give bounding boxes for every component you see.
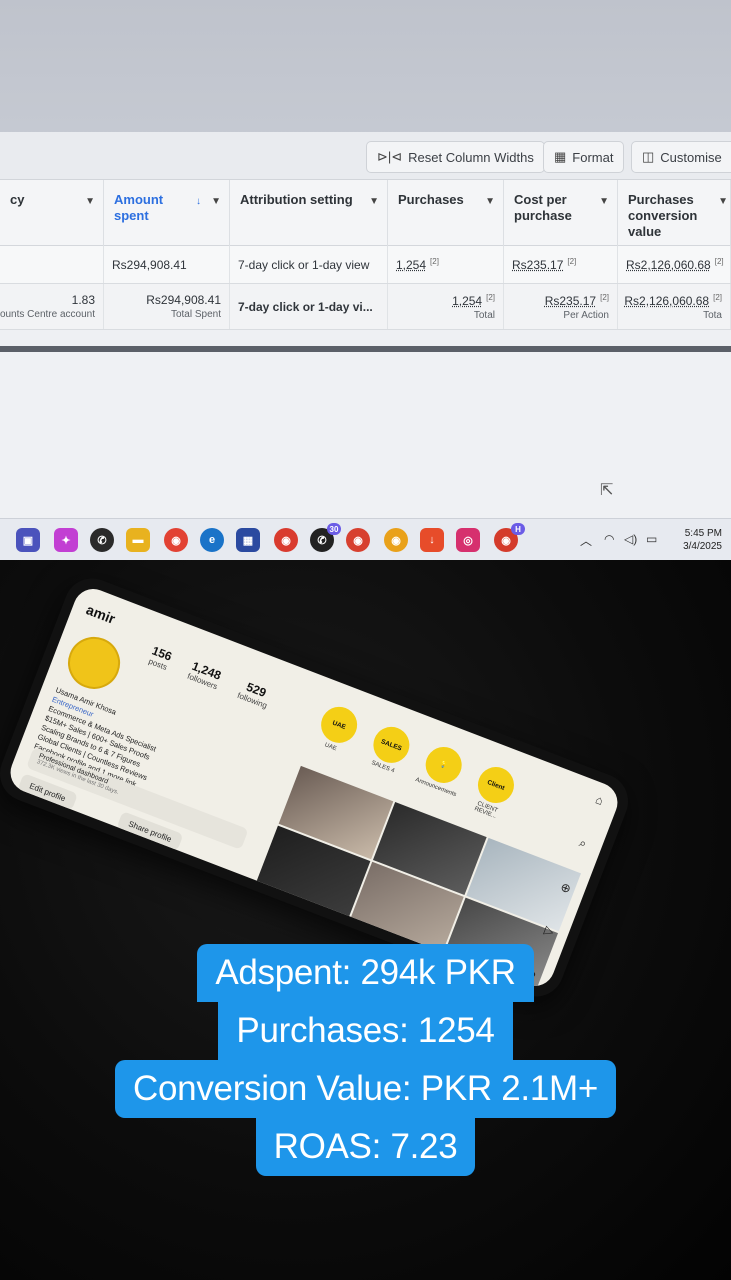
instagram-icon[interactable]: ◎ [456,528,480,552]
dropdown-caret-icon[interactable]: ▼ [599,194,609,210]
table-cell [0,246,104,283]
table-cell: Rs294,908.41 Total Spent [104,284,230,329]
dropdown-caret-icon[interactable]: ▼ [485,194,495,210]
chrome-profile-icon[interactable]: ◉ [346,528,370,552]
column-header-conversion-value[interactable]: Purchases conversion value ▼ [618,180,731,246]
story-caption: Adspent: 294k PKR Purchases: 1254 Conver… [0,944,731,1176]
highlight-item[interactable]: Client CLIENT REVIE... [465,761,522,824]
dropdown-caret-icon[interactable]: ▼ [85,194,95,210]
dropdown-caret-icon[interactable]: ▼ [211,194,221,210]
table-summary-row: 1.83 counts Centre account Rs294,908.41 … [0,284,731,330]
battery-icon[interactable]: ▭ [646,532,657,546]
search-icon[interactable]: ⌕ [577,836,588,852]
dropdown-caret-icon[interactable]: ▼ [718,194,728,210]
table-cell: Rs235.17 [2] [504,246,618,283]
chrome-icon[interactable]: ◉ [164,528,188,552]
stat-following[interactable]: 529 following [236,678,273,711]
profile-stats: 156 posts 1,248 followers 529 following [147,643,274,710]
copilot-icon[interactable]: ✦ [54,528,78,552]
teams-icon[interactable]: ▣ [16,528,40,552]
column-resize-icon: ⊳|⊲ [377,149,403,164]
table-toolbar: ⊳|⊲ Reset Column Widths ▦ Format ◫ Custo… [0,132,731,180]
table-header-row: cy ▼ Amount spent ↓ ▼ Attribution settin… [0,180,731,246]
table-cell: Rs2,126,060.68 [2] Tota [618,284,731,329]
notification-badge: 30 [327,523,341,535]
value-link[interactable]: Rs2,126,060.68 [626,258,711,272]
caption-roas: ROAS: 7.23 [255,1118,476,1176]
column-header-amount-spent[interactable]: Amount spent ↓ ▼ [104,180,230,246]
ads-manager-screen: ⊳|⊲ Reset Column Widths ▦ Format ◫ Custo… [0,132,731,560]
purchases-link[interactable]: 1,254 [396,258,426,272]
download-app-icon[interactable]: ↓ [420,528,444,552]
chrome-profile-icon[interactable]: ◉ [384,528,408,552]
table-cell: 1,254 [2] Total [388,284,504,329]
file-explorer-icon[interactable]: ▬ [126,528,150,552]
taskbar-clock[interactable]: 5:45 PM 3/4/2025 [664,527,722,553]
empty-table-area [0,346,731,522]
column-header-currency[interactable]: cy ▼ [0,180,104,246]
stat-followers[interactable]: 1,248 followers [186,659,224,692]
table-cell: 7-day click or 1-day view [230,246,388,283]
instagram-profile-screen: amir 156 posts 1,248 followers 529 follo… [4,583,624,992]
table-cell: Rs235.17 [2] Per Action [504,284,618,329]
column-header-purchases[interactable]: Purchases ▼ [388,180,504,246]
whatsapp-icon[interactable]: ✆ 30 [310,523,341,552]
wifi-icon[interactable]: ◠ [604,532,614,546]
highlight-item[interactable]: SALES SALES 4 [360,721,417,784]
store-icon[interactable]: ▦ [236,528,260,552]
column-header-attribution[interactable]: Attribution setting ▼ [230,180,388,246]
windows-taskbar: ▣ ✦ ✆ ▬ ◉ e ▦ ◉ ✆ 30 ◉ ◉ ↓ ◎ ◉ H ︿ ◠ ◁) … [0,518,731,560]
reels-icon[interactable]: ▷ [543,922,557,938]
customise-button[interactable]: ◫ Customise [631,141,731,173]
stat-posts[interactable]: 156 posts [147,643,174,672]
monitor-photo: ⊳|⊲ Reset Column Widths ▦ Format ◫ Custo… [0,0,731,560]
edge-icon[interactable]: e [200,528,224,552]
chrome-profile-icon[interactable]: ◉ [274,528,298,552]
volume-icon[interactable]: ◁) [624,532,637,546]
format-button[interactable]: ▦ Format [543,141,625,173]
home-icon[interactable]: ⌂ [594,792,606,808]
columns-icon: ◫ [642,149,655,164]
profile-username: amir [84,601,118,627]
reset-column-widths-button[interactable]: ⊳|⊲ Reset Column Widths [366,141,545,173]
caption-purchases: Purchases: 1254 [218,1002,513,1060]
ads-table: cy ▼ Amount spent ↓ ▼ Attribution settin… [0,180,731,330]
table-row[interactable]: Rs294,908.41 7-day click or 1-day view 1… [0,246,731,284]
highlight-item[interactable]: 💡 Announcements [412,741,469,804]
table-grid-icon: ▦ [554,149,567,164]
smartphone: amir 156 posts 1,248 followers 529 follo… [0,570,637,1005]
column-header-cost-per-purchase[interactable]: Cost per purchase ▼ [504,180,618,246]
chrome-profile-icon[interactable]: ◉ H [494,523,525,552]
add-post-icon[interactable]: ⊕ [559,879,573,896]
table-cell: 7-day click or 1-day vi... [230,284,388,329]
highlight-item[interactable]: UAE UAE [308,701,365,764]
chevron-up-icon[interactable]: ︿ [580,532,592,549]
table-cell: Rs294,908.41 [104,246,230,283]
caption-adspent: Adspent: 294k PKR [197,944,534,1002]
cost-total-link[interactable]: Rs235.17 [545,294,596,308]
caption-conversion-value: Conversion Value: PKR 2.1M+ [115,1060,616,1118]
profile-badge: H [511,523,525,535]
avatar[interactable] [60,629,128,697]
mouse-cursor-icon: ⇱ [600,482,614,499]
purchases-total-link[interactable]: 1,254 [452,294,482,308]
sort-descending-icon[interactable]: ↓ [196,194,201,210]
dropdown-caret-icon[interactable]: ▼ [369,194,379,210]
value-total-link[interactable]: Rs2,126,060.68 [624,294,709,308]
whatsapp-app-icon[interactable]: ✆ [90,528,114,552]
table-cell: 1.83 counts Centre account [0,284,104,329]
cost-link[interactable]: Rs235.17 [512,258,563,272]
table-cell: 1,254 [2] [388,246,504,283]
table-cell: Rs2,126,060.68 [2] [618,246,731,283]
